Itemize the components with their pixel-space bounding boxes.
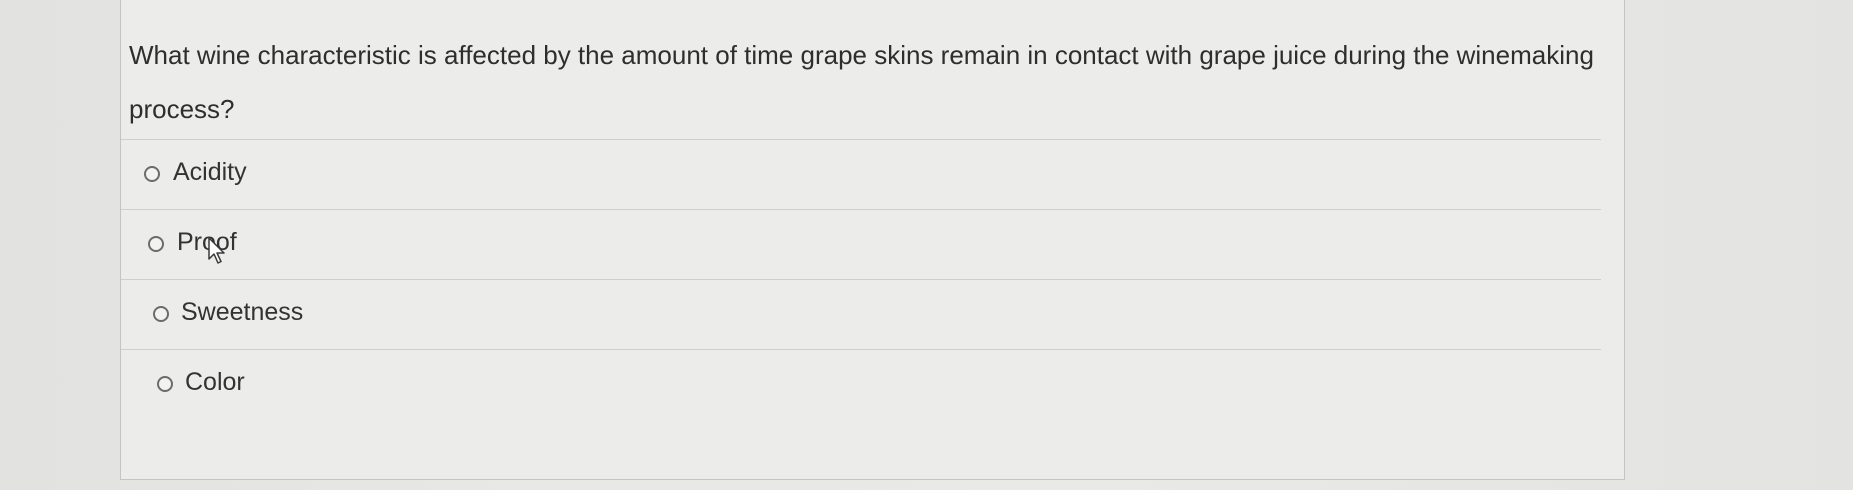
option-label-sweetness: Sweetness: [181, 298, 304, 326]
option-label-color: Color: [185, 368, 245, 396]
question-text: What wine characteristic is affected by …: [129, 40, 1594, 124]
option-acidity[interactable]: Acidity: [121, 139, 1601, 209]
radio-acidity[interactable]: [144, 166, 160, 182]
radio-proof[interactable]: [148, 236, 164, 252]
arrow-pointer-icon: [208, 237, 225, 264]
question-card: What wine characteristic is affected by …: [120, 0, 1625, 480]
option-color[interactable]: Color: [121, 349, 1601, 419]
option-proof[interactable]: Proof: [121, 209, 1601, 279]
option-label-acidity: Acidity: [173, 158, 247, 186]
answer-options: Acidity Proof Sweetness Color: [121, 139, 1601, 419]
option-sweetness[interactable]: Sweetness: [121, 279, 1601, 349]
radio-sweetness[interactable]: [153, 306, 169, 322]
radio-color[interactable]: [157, 376, 173, 392]
